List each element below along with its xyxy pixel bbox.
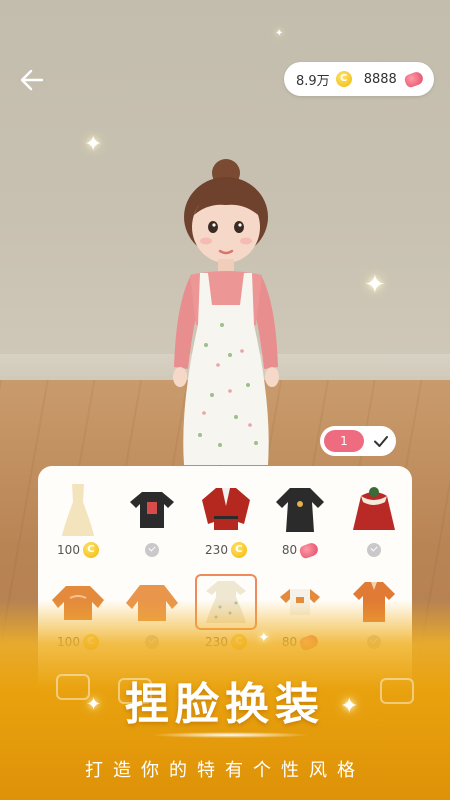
sparkle-icon: ✦ <box>275 28 284 39</box>
currency-balance[interactable]: 8.9万 C 8888 <box>284 62 434 96</box>
black-dress-thumbnail <box>269 482 331 538</box>
owned-check-icon <box>145 543 159 557</box>
arrow-left-icon <box>20 69 44 91</box>
item-price: 80 <box>268 540 332 560</box>
item-price: 100C <box>46 542 110 558</box>
black-graphic-tee-thumbnail <box>121 482 183 538</box>
selected-count-badge: 1 <box>324 430 364 452</box>
coin-icon: C <box>82 542 99 558</box>
sparkle-icon: ✦ <box>84 132 103 157</box>
bean-icon <box>403 69 425 89</box>
back-button[interactable] <box>16 64 48 96</box>
red-cape-thumbnail <box>343 482 405 538</box>
coin-balance: 8.9万 <box>296 73 330 89</box>
item-price <box>342 542 406 558</box>
banner-subtitle: 打造你的特有个性风格 <box>85 760 365 781</box>
red-blazer-thumbnail <box>195 482 257 538</box>
sparkle-icon: ✦ <box>258 630 270 646</box>
banner-title: 捏脸换装 <box>125 679 325 730</box>
check-icon[interactable] <box>372 432 390 450</box>
avatar-character[interactable] <box>160 155 290 475</box>
sparkle-icon: ✦ <box>364 270 386 300</box>
confirm-selection[interactable]: 1 <box>320 426 396 456</box>
wardrobe-item[interactable] <box>120 482 184 558</box>
coin-icon: C <box>335 71 352 87</box>
wardrobe-item[interactable]: 80 <box>268 482 332 560</box>
coin-icon: C <box>230 542 247 558</box>
wardrobe-item[interactable]: 100C <box>46 482 110 558</box>
wardrobe-item[interactable] <box>342 482 406 558</box>
bean-icon <box>298 540 320 560</box>
wardrobe-item[interactable]: 230C <box>194 482 258 558</box>
item-price: 230C <box>194 542 258 558</box>
banner-glow <box>150 732 310 738</box>
owned-check-icon <box>367 543 381 557</box>
item-price <box>120 542 184 558</box>
bean-balance: 8888 <box>363 71 397 87</box>
cream-gown-thumbnail <box>47 482 109 538</box>
